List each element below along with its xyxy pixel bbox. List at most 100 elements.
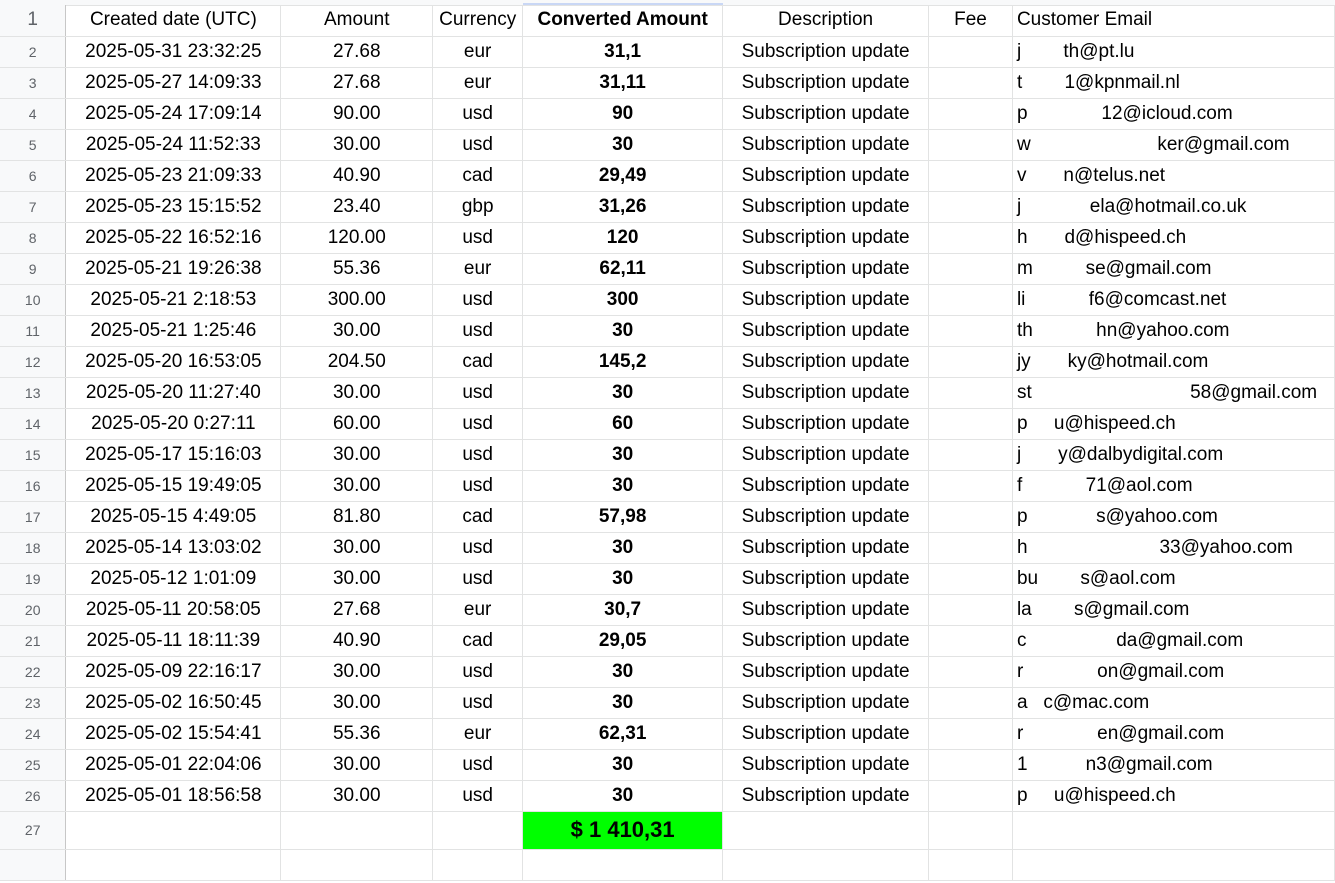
cell-amount[interactable]: 60.00 xyxy=(280,408,434,440)
cell-converted-amount[interactable]: 30 xyxy=(522,780,724,812)
cell-converted-amount[interactable]: 29,49 xyxy=(522,160,724,192)
cell-created-date[interactable]: 2025-05-12 1:01:09 xyxy=(65,563,282,595)
row-number[interactable]: 5 xyxy=(0,129,67,161)
cell-converted-amount[interactable]: 30 xyxy=(522,749,724,781)
row-number[interactable]: 15 xyxy=(0,439,67,471)
cell-description[interactable]: Subscription update xyxy=(722,656,930,688)
cell-amount[interactable]: 23.40 xyxy=(280,191,434,223)
cell-customer-email[interactable]: a c@mac.com xyxy=(1012,687,1335,719)
row-number[interactable]: 18 xyxy=(0,532,67,564)
cell-currency[interactable]: usd xyxy=(432,780,524,812)
header-amount[interactable]: Amount xyxy=(280,5,434,37)
cell-currency[interactable]: usd xyxy=(432,470,524,502)
cell-amount[interactable]: 55.36 xyxy=(280,253,434,285)
cell-customer-email[interactable]: r on@gmail.com xyxy=(1012,656,1335,688)
cell-customer-email[interactable]: 1 n3@gmail.com xyxy=(1012,749,1335,781)
row-number[interactable]: 27 xyxy=(0,811,67,850)
row-number[interactable]: 26 xyxy=(0,780,67,812)
cell-converted-amount[interactable]: 57,98 xyxy=(522,501,724,533)
cell-amount[interactable]: 30.00 xyxy=(280,780,434,812)
row-number[interactable]: 2 xyxy=(0,36,67,68)
cell-currency[interactable]: usd xyxy=(432,377,524,409)
cell-amount[interactable]: 30.00 xyxy=(280,470,434,502)
cell-currency[interactable]: cad xyxy=(432,346,524,378)
cell-amount[interactable]: 90.00 xyxy=(280,98,434,130)
cell-customer-email[interactable]: jy ky@hotmail.com xyxy=(1012,346,1335,378)
cell-created-date[interactable]: 2025-05-20 16:53:05 xyxy=(65,346,282,378)
cell-customer-email[interactable]: th hn@yahoo.com xyxy=(1012,315,1335,347)
cell-created-date[interactable]: 2025-05-11 18:11:39 xyxy=(65,625,282,657)
cell-description[interactable]: Subscription update xyxy=(722,191,930,223)
row-number[interactable]: 13 xyxy=(0,377,67,409)
cell-amount[interactable]: 30.00 xyxy=(280,563,434,595)
empty-cell[interactable] xyxy=(722,849,930,881)
cell-fee[interactable] xyxy=(928,718,1013,750)
cell-currency[interactable]: eur xyxy=(432,67,524,99)
cell-created-date[interactable]: 2025-05-21 19:26:38 xyxy=(65,253,282,285)
row-number[interactable]: 1 xyxy=(0,5,67,37)
cell-created-date[interactable]: 2025-05-15 19:49:05 xyxy=(65,470,282,502)
cell-created-date[interactable]: 2025-05-22 16:52:16 xyxy=(65,222,282,254)
cell-fee[interactable] xyxy=(928,377,1013,409)
cell-description[interactable]: Subscription update xyxy=(722,36,930,68)
cell-converted-amount[interactable]: 90 xyxy=(522,98,724,130)
cell-amount[interactable]: 120.00 xyxy=(280,222,434,254)
cell-description[interactable]: Subscription update xyxy=(722,98,930,130)
cell-description[interactable]: Subscription update xyxy=(722,563,930,595)
cell-customer-email[interactable]: t 1@kpnmail.nl xyxy=(1012,67,1335,99)
cell-amount[interactable]: 30.00 xyxy=(280,439,434,471)
cell-currency[interactable] xyxy=(432,811,524,850)
cell-fee[interactable] xyxy=(928,501,1013,533)
cell-currency[interactable]: eur xyxy=(432,253,524,285)
header-created-date[interactable]: Created date (UTC) xyxy=(65,5,282,37)
cell-customer-email[interactable]: j y@dalbydigital.com xyxy=(1012,439,1335,471)
cell-description[interactable]: Subscription update xyxy=(722,377,930,409)
cell-customer-email[interactable]: r en@gmail.com xyxy=(1012,718,1335,750)
cell-fee[interactable] xyxy=(928,625,1013,657)
cell-description[interactable]: Subscription update xyxy=(722,470,930,502)
cell-currency[interactable]: usd xyxy=(432,98,524,130)
row-number[interactable]: 22 xyxy=(0,656,67,688)
row-number[interactable]: 3 xyxy=(0,67,67,99)
cell-customer-email[interactable] xyxy=(1012,811,1335,850)
cell-currency[interactable]: eur xyxy=(432,594,524,626)
row-number[interactable]: 21 xyxy=(0,625,67,657)
row-number[interactable]: 17 xyxy=(0,501,67,533)
row-number[interactable]: 25 xyxy=(0,749,67,781)
cell-fee[interactable] xyxy=(928,346,1013,378)
cell-converted-amount[interactable]: 30 xyxy=(522,656,724,688)
cell-fee[interactable] xyxy=(928,284,1013,316)
cell-customer-email[interactable]: p 12@icloud.com xyxy=(1012,98,1335,130)
cell-created-date[interactable] xyxy=(65,811,282,850)
cell-amount[interactable]: 27.68 xyxy=(280,36,434,68)
cell-amount[interactable]: 27.68 xyxy=(280,594,434,626)
cell-converted-amount[interactable]: 30 xyxy=(522,470,724,502)
cell-description[interactable]: Subscription update xyxy=(722,501,930,533)
cell-description[interactable]: Subscription update xyxy=(722,749,930,781)
row-number[interactable]: 8 xyxy=(0,222,67,254)
row-number[interactable]: 23 xyxy=(0,687,67,719)
empty-cell[interactable] xyxy=(928,849,1013,881)
cell-created-date[interactable]: 2025-05-31 23:32:25 xyxy=(65,36,282,68)
cell-converted-amount[interactable]: 30 xyxy=(522,315,724,347)
cell-amount[interactable]: 40.90 xyxy=(280,625,434,657)
row-number[interactable]: 16 xyxy=(0,470,67,502)
cell-created-date[interactable]: 2025-05-02 15:54:41 xyxy=(65,718,282,750)
cell-fee[interactable] xyxy=(928,191,1013,223)
cell-amount[interactable] xyxy=(280,811,434,850)
cell-converted-amount[interactable]: 30 xyxy=(522,532,724,564)
cell-fee[interactable] xyxy=(928,98,1013,130)
row-number[interactable]: 6 xyxy=(0,160,67,192)
cell-customer-email[interactable]: v n@telus.net xyxy=(1012,160,1335,192)
empty-cell[interactable] xyxy=(432,849,524,881)
row-number[interactable]: 14 xyxy=(0,408,67,440)
cell-currency[interactable]: usd xyxy=(432,687,524,719)
cell-converted-amount[interactable]: 30 xyxy=(522,439,724,471)
cell-created-date[interactable]: 2025-05-27 14:09:33 xyxy=(65,67,282,99)
cell-currency[interactable]: cad xyxy=(432,625,524,657)
cell-currency[interactable]: usd xyxy=(432,408,524,440)
cell-description[interactable]: Subscription update xyxy=(722,315,930,347)
cell-fee[interactable] xyxy=(928,563,1013,595)
cell-currency[interactable]: gbp xyxy=(432,191,524,223)
cell-converted-amount[interactable]: 31,1 xyxy=(522,36,724,68)
